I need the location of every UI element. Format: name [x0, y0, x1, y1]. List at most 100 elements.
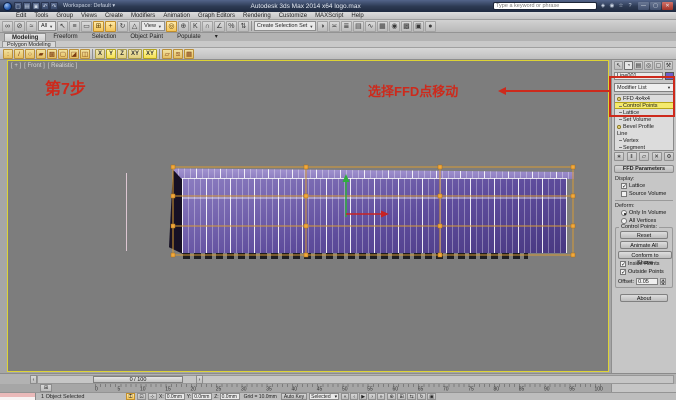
- reference-coordinate-dropdown[interactable]: View▼: [141, 21, 165, 31]
- infocenter-search[interactable]: [493, 2, 597, 10]
- object-color-swatch[interactable]: [665, 72, 674, 80]
- hierarchy-tab-icon[interactable]: ▤: [634, 61, 643, 70]
- display-tab-icon[interactable]: ▢: [654, 61, 663, 70]
- vertex-mode-icon[interactable]: :: [3, 49, 13, 59]
- modifier-stack-item-lattice[interactable]: Lattice: [615, 109, 673, 116]
- modifier-stack-item-bevel-profile[interactable]: Bevel Profile: [615, 123, 673, 130]
- render-setup-icon[interactable]: ▩: [401, 21, 412, 32]
- named-selection-sets-dropdown[interactable]: Create Selection Set▼: [254, 21, 316, 31]
- outside-points-checkbox[interactable]: [620, 269, 626, 275]
- spinner-down-icon[interactable]: ▼: [660, 282, 666, 286]
- go-to-start-icon[interactable]: «: [341, 393, 349, 400]
- auto-key-button[interactable]: Auto Key: [281, 393, 307, 400]
- bind-to-space-warp-icon[interactable]: ≈: [26, 21, 37, 32]
- select-and-rotate-icon[interactable]: ↻: [117, 21, 128, 32]
- select-and-link-icon[interactable]: ∞: [2, 21, 13, 32]
- preview-off-icon[interactable]: ▢: [58, 49, 68, 59]
- render-production-icon[interactable]: ●: [425, 21, 436, 32]
- menu-create[interactable]: Create: [101, 13, 127, 19]
- save-file-icon[interactable]: ▣: [32, 2, 40, 10]
- pan-icon[interactable]: ⇆: [407, 393, 416, 400]
- snap-toggle-icon[interactable]: ∩: [202, 21, 213, 32]
- select-and-move-icon[interactable]: +: [105, 21, 116, 32]
- close-button[interactable]: ✕: [662, 2, 673, 10]
- 3ds-max-logo-icon[interactable]: [3, 2, 12, 11]
- create-tab-icon[interactable]: ↖: [614, 61, 623, 70]
- constraint-xy-button-3[interactable]: XY: [128, 49, 142, 59]
- key-mode-toggle[interactable]: ⊞: [40, 384, 52, 392]
- border-mode-icon[interactable]: ○: [25, 49, 35, 59]
- maximize-button[interactable]: ▢: [650, 2, 661, 10]
- absolute-mode-icon[interactable]: ⊡: [137, 393, 146, 400]
- front-viewport[interactable]: [ + ] [ Front ] [ Realistic ] 第7步 选择FFD点…: [7, 60, 609, 372]
- constraint-y-button-1[interactable]: Y: [106, 49, 116, 59]
- minimize-button[interactable]: —: [638, 2, 649, 10]
- source-volume-checkbox[interactable]: [621, 191, 627, 197]
- constraint-z-button-2[interactable]: Z: [117, 49, 127, 59]
- menu-views[interactable]: Views: [77, 13, 101, 19]
- object-name-field[interactable]: Line001: [614, 72, 663, 80]
- key-filter-dropdown[interactable]: Selected▾: [309, 393, 339, 400]
- align-icon[interactable]: ≍: [329, 21, 340, 32]
- conform-to-shape-button[interactable]: Conform to Shape: [618, 251, 672, 259]
- angle-snap-icon[interactable]: ∠: [214, 21, 225, 32]
- y-coordinate-field[interactable]: 0.0mm: [192, 393, 212, 400]
- time-slider-thumb[interactable]: 0 / 100: [93, 376, 183, 383]
- menu-modifiers[interactable]: Modifiers: [127, 13, 159, 19]
- make-unique-icon[interactable]: ▱: [639, 152, 649, 161]
- maxscript-mini-listener[interactable]: [0, 393, 36, 400]
- preview-multi-icon[interactable]: ◫: [80, 49, 90, 59]
- window-crossing-icon[interactable]: ⊞: [93, 21, 104, 32]
- ribbon-tab-populate[interactable]: Populate: [170, 33, 208, 41]
- modifier-list-dropdown[interactable]: Modifier List ▼: [614, 83, 674, 92]
- only-in-volume-radio[interactable]: [621, 210, 627, 216]
- modify-tab-icon[interactable]: ◔: [624, 61, 633, 70]
- modifier-enable-bulb-icon[interactable]: [617, 97, 621, 101]
- menu-graph-editors[interactable]: Graph Editors: [194, 13, 239, 19]
- menu-maxscript[interactable]: MAXScript: [311, 13, 347, 19]
- menu-tools[interactable]: Tools: [30, 13, 52, 19]
- select-and-manipulate-icon[interactable]: ⊕: [178, 21, 189, 32]
- modifier-stack-item-control-points[interactable]: Control Points: [615, 102, 673, 109]
- help-icon[interactable]: ?: [626, 2, 634, 10]
- workspace-selector[interactable]: Workspace: Default ▾: [60, 3, 118, 9]
- percent-snap-icon[interactable]: %: [226, 21, 237, 32]
- ribbon-tab-selection[interactable]: Selection: [85, 33, 124, 41]
- undo-icon[interactable]: ↶: [41, 2, 49, 10]
- tab-polygon-modeling[interactable]: Polygon Modeling: [2, 41, 56, 47]
- menu-rendering[interactable]: Rendering: [239, 13, 275, 19]
- preview-subobj-icon[interactable]: ◪: [69, 49, 79, 59]
- show-end-result-icon[interactable]: ‖: [627, 152, 637, 161]
- transform-type-in-icon[interactable]: ⊹: [148, 393, 157, 400]
- about-button[interactable]: About: [620, 294, 668, 302]
- menu-customize[interactable]: Customize: [275, 13, 311, 19]
- make-planar-icon[interactable]: ▱: [162, 49, 172, 59]
- zoom-icon[interactable]: ⊕: [387, 393, 396, 400]
- modifier-enable-bulb-icon[interactable]: [617, 125, 621, 129]
- modifier-stack-item-set-volume[interactable]: Set Volume: [615, 116, 673, 123]
- favorites-icon[interactable]: ☆: [617, 2, 625, 10]
- track-bar[interactable]: 0510152025303540455055606570758085909510…: [95, 384, 603, 392]
- constraint-x-button-0[interactable]: X: [95, 49, 105, 59]
- ffd-control-points[interactable]: [171, 165, 575, 257]
- play-icon[interactable]: ▶: [359, 393, 367, 400]
- search-input[interactable]: [496, 3, 594, 9]
- pin-stack-icon[interactable]: ∗: [614, 152, 624, 161]
- curve-editor-icon[interactable]: ∿: [365, 21, 376, 32]
- z-coordinate-field[interactable]: 0.0mm: [220, 393, 240, 400]
- select-by-name-icon[interactable]: ≡: [69, 21, 80, 32]
- next-frame-icon[interactable]: ›: [368, 393, 376, 400]
- new-file-icon[interactable]: ▢: [14, 2, 22, 10]
- rendered-frame-icon[interactable]: ▣: [413, 21, 424, 32]
- offset-field[interactable]: 0.05: [636, 278, 658, 285]
- constraint-xy-button-4[interactable]: XY: [143, 49, 157, 59]
- orbit-icon[interactable]: ↻: [417, 393, 426, 400]
- redo-icon[interactable]: ↷: [50, 2, 58, 10]
- x-coordinate-field[interactable]: 0.0mm: [165, 393, 185, 400]
- schematic-view-icon[interactable]: ▦: [377, 21, 388, 32]
- ribbon-tab-modeling[interactable]: Modeling: [4, 33, 46, 41]
- modifier-stack-item-vertex[interactable]: Vertex: [615, 137, 673, 144]
- element-mode-icon[interactable]: ▩: [47, 49, 57, 59]
- keyboard-override-icon[interactable]: K: [190, 21, 201, 32]
- utilities-tab-icon[interactable]: ⚒: [664, 61, 673, 70]
